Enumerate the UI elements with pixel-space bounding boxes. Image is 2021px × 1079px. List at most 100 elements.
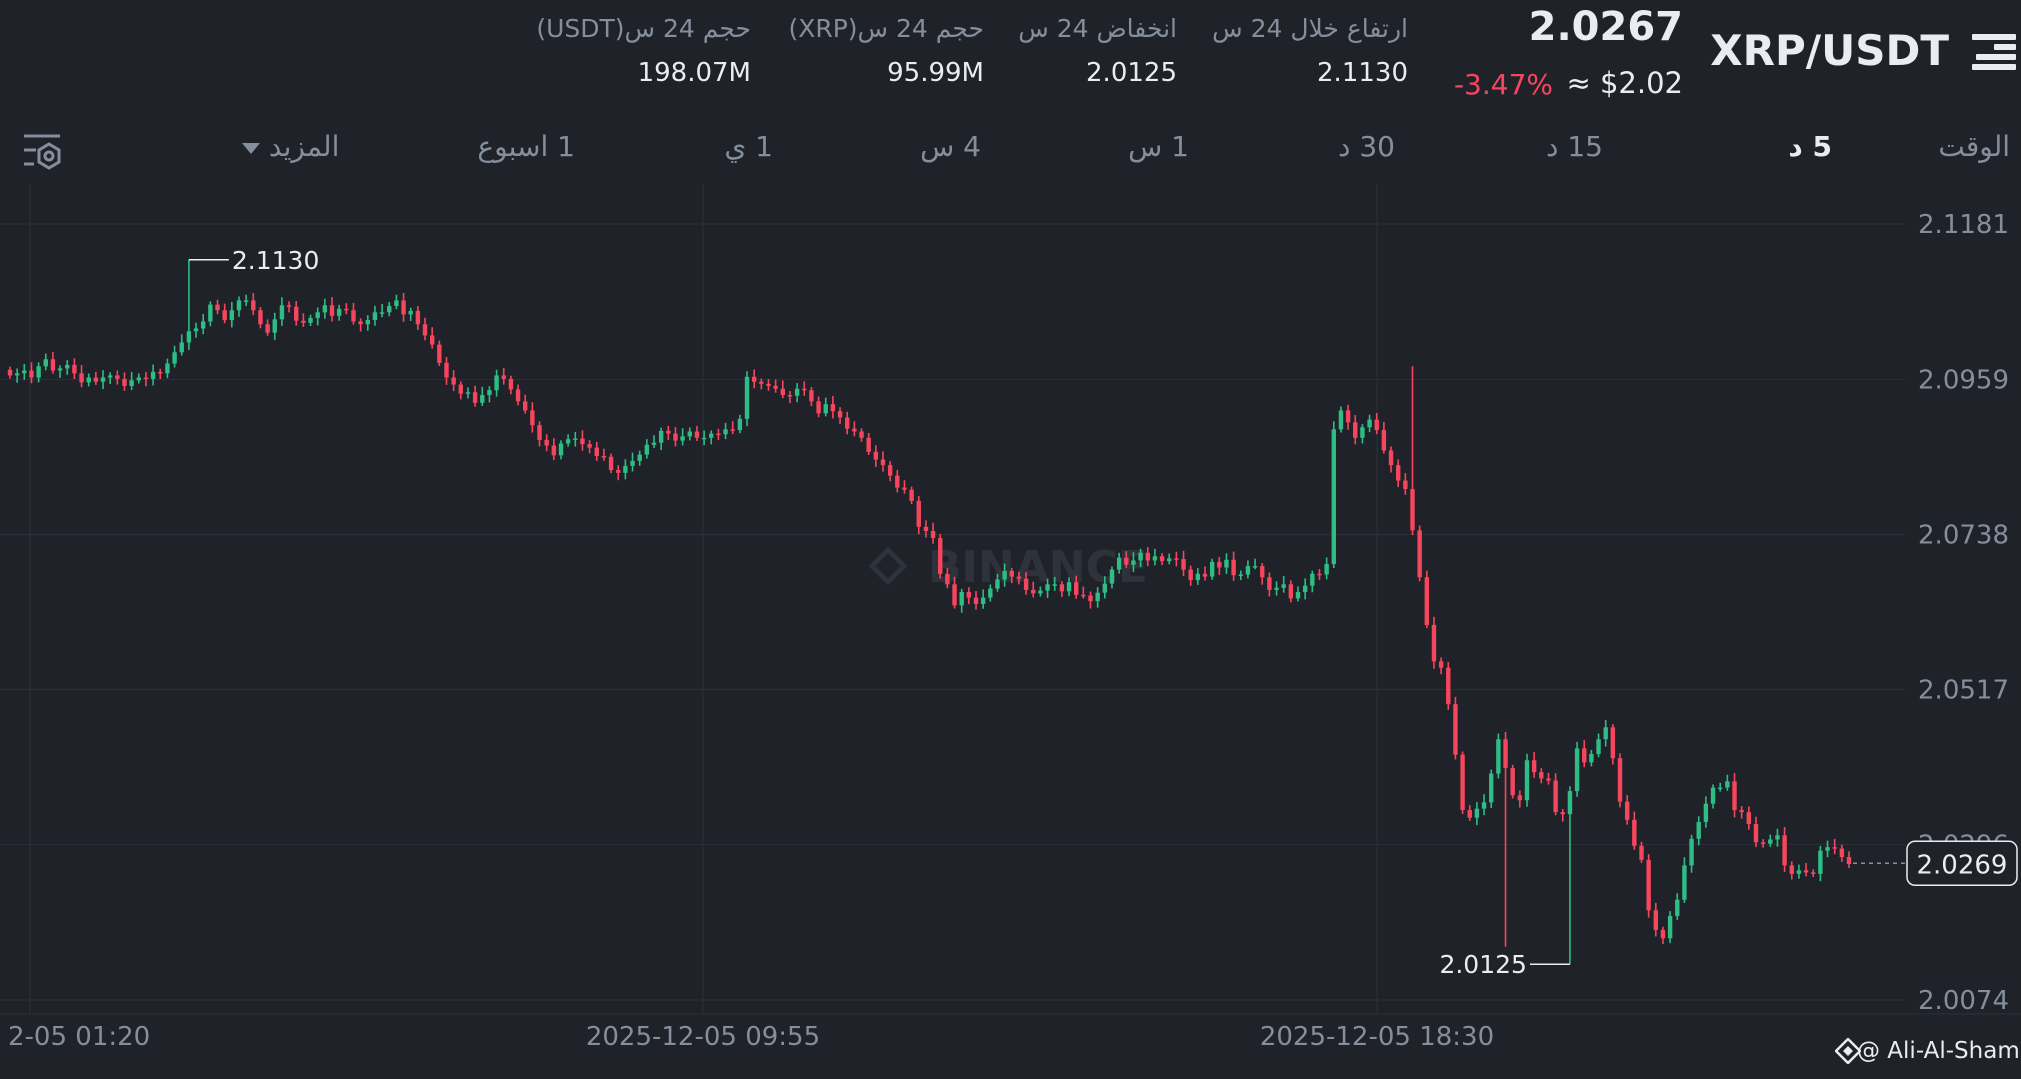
- candle-body: [580, 438, 585, 445]
- candle-body: [1252, 566, 1258, 568]
- x-tick-label: 2025-12-05 09:55: [586, 1022, 820, 1052]
- candle-body: [1496, 739, 1501, 774]
- tab-4h[interactable]: 4 س: [920, 130, 981, 163]
- candle-body: [830, 404, 836, 412]
- candle-body: [1195, 573, 1201, 581]
- chart-canvas[interactable]: BINANCE 2.11812.09592.07382.05172.02962.…: [0, 184, 2021, 1079]
- candle-body: [165, 363, 170, 374]
- candle-body: [1653, 910, 1658, 930]
- candle-body: [966, 592, 972, 598]
- candle-body: [1331, 429, 1336, 564]
- trading-pair[interactable]: XRP/USDT: [1710, 26, 1949, 75]
- candle-body: [1016, 576, 1022, 579]
- tab-1w[interactable]: 1 اسبوع: [477, 130, 575, 163]
- candle-body: [737, 418, 743, 431]
- candle-body: [186, 331, 192, 343]
- candle-body: [329, 305, 335, 316]
- tab-1h[interactable]: 1 س: [1128, 130, 1189, 163]
- candle-body: [1546, 778, 1551, 781]
- candle-body: [616, 470, 621, 473]
- candle-body: [1224, 559, 1229, 568]
- candles: [7, 259, 1852, 965]
- candle-body: [866, 437, 871, 452]
- candle-body: [666, 430, 671, 434]
- candle-body: [716, 433, 721, 436]
- more-dropdown[interactable]: المزيد: [232, 130, 339, 163]
- candle-body: [1002, 570, 1007, 580]
- candle-body: [472, 392, 478, 403]
- candle-body: [895, 475, 900, 488]
- tab-30m[interactable]: 30 د: [1338, 130, 1395, 163]
- timeframe-bar: الوقت 5 د 15 د 30 د 1 س 4 س 1 ي 1 اسبوع …: [0, 130, 2021, 174]
- candle-body: [1646, 859, 1651, 911]
- candle-body: [1567, 791, 1573, 815]
- candle-body: [429, 335, 435, 345]
- candle-body: [258, 310, 263, 325]
- candle-body: [415, 310, 421, 325]
- candle-body: [1410, 488, 1415, 531]
- candle-body: [215, 304, 220, 311]
- candle-body: [344, 308, 349, 311]
- tab-5m[interactable]: 5 د: [1788, 130, 1832, 163]
- candle-body: [1539, 772, 1544, 779]
- candle-body: [1059, 584, 1065, 592]
- candle-body: [501, 375, 506, 379]
- candle-body: [1689, 838, 1694, 866]
- candle-body: [902, 487, 907, 490]
- candle-body: [487, 390, 492, 396]
- candle-body: [544, 439, 549, 446]
- candle-body: [1553, 780, 1558, 813]
- candle-body: [115, 375, 120, 379]
- candle-body: [286, 305, 292, 307]
- candle-body: [651, 442, 657, 445]
- candle-body: [100, 377, 106, 382]
- menu-icon[interactable]: [1972, 34, 2016, 74]
- candle-body: [1617, 758, 1623, 802]
- candle-body: [172, 352, 177, 364]
- candle-body: [1796, 870, 1802, 874]
- candle-body: [315, 312, 320, 318]
- tab-1d[interactable]: 1 ي: [724, 130, 773, 163]
- candle-body: [1310, 573, 1315, 586]
- candle-body: [236, 300, 242, 311]
- candle-body: [995, 579, 1000, 589]
- candle-body: [401, 300, 406, 315]
- candle-body: [336, 308, 342, 316]
- candle-body: [229, 310, 235, 321]
- candle-body: [1732, 781, 1737, 811]
- tab-15m[interactable]: 15 د: [1546, 130, 1603, 163]
- candle-body: [365, 320, 370, 325]
- candle-body: [1582, 748, 1587, 763]
- candle-body: [1073, 582, 1079, 595]
- caret-down-icon: [242, 142, 260, 154]
- candle-body: [465, 392, 471, 394]
- candle-body: [1832, 847, 1837, 849]
- candle-body: [1209, 561, 1215, 577]
- stat-vol-usdt-value: 198.07M: [637, 58, 751, 88]
- candle-body: [1753, 824, 1759, 843]
- candle-body: [673, 433, 678, 441]
- y-tick-label: 2.0959: [1918, 366, 2009, 396]
- chart-settings-icon[interactable]: [22, 133, 62, 171]
- candle-body: [14, 373, 20, 376]
- candle-body: [551, 445, 557, 456]
- candle-body: [1360, 427, 1365, 438]
- candle-body: [508, 378, 514, 390]
- y-tick-label: 2.0517: [1918, 675, 2009, 705]
- candle-body: [1403, 480, 1408, 489]
- candle-body: [1095, 592, 1100, 602]
- candle-body: [630, 460, 635, 466]
- candle-body: [623, 465, 628, 473]
- candle-body: [558, 443, 564, 456]
- candle-body: [1023, 578, 1029, 590]
- candle-body: [122, 378, 127, 386]
- candle-body: [938, 538, 943, 574]
- candle-body: [1188, 569, 1193, 581]
- y-tick-label: 2.0074: [1918, 986, 2009, 1016]
- candle-body: [1818, 850, 1823, 874]
- candle-body: [1610, 727, 1616, 759]
- candlestick-chart[interactable]: BINANCE 2.11812.09592.07382.05172.02962.…: [0, 184, 2021, 1079]
- candle-body: [1782, 835, 1787, 866]
- candle-body: [494, 375, 499, 391]
- candle-body: [1324, 563, 1329, 575]
